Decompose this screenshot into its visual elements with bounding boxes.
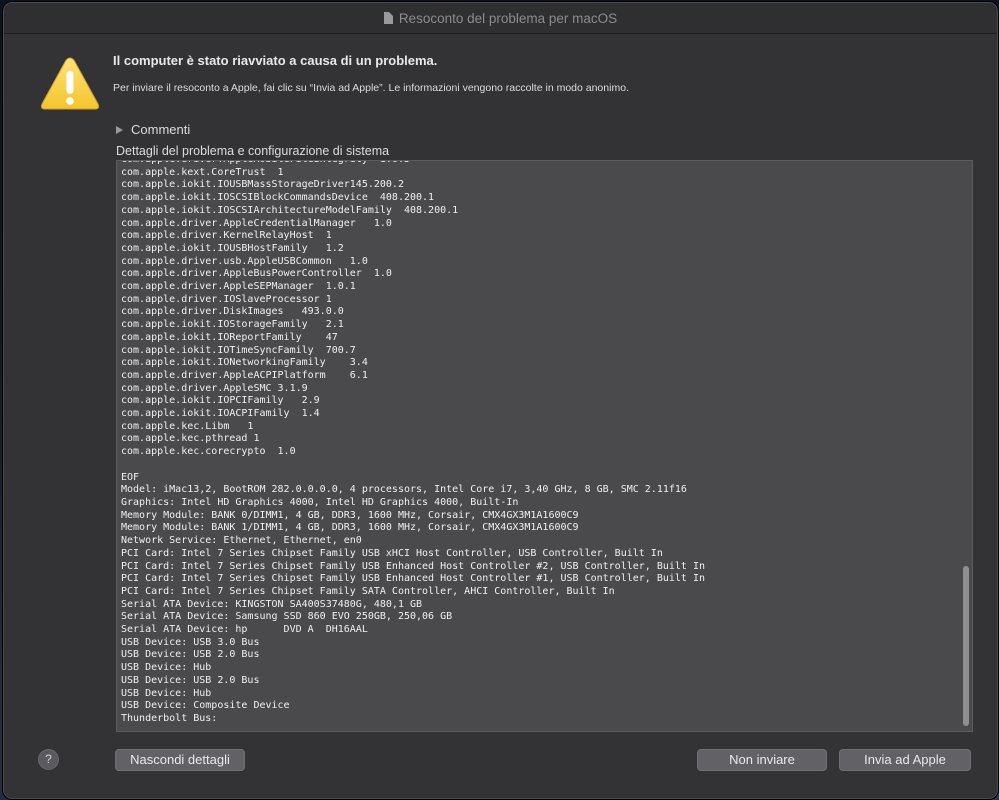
details-text-area[interactable]: com.apple.driver.AppleMobileFileIntegrit… [116,160,973,732]
window-title-wrap: Resoconto del problema per macOS [4,11,997,26]
subline: Per inviare il resoconto a Apple, fai cl… [113,82,629,94]
headline: Il computer è stato riavviato a causa di… [113,53,438,68]
details-text-clip: com.apple.driver.AppleMobileFileIntegrit… [117,161,952,727]
scrollbar-thumb[interactable] [963,566,969,726]
disclosure-triangle-icon[interactable] [116,125,123,134]
document-icon [383,12,393,24]
details-label: Dettagli del problema e configurazione d… [116,144,390,158]
details-text[interactable]: com.apple.driver.AppleMobileFileIntegrit… [121,161,705,726]
comments-label[interactable]: Commenti [131,122,190,137]
comments-disclosure[interactable]: Commenti [116,122,190,137]
problem-report-window: Resoconto del problema per macOS Il comp… [3,2,998,799]
title-bar[interactable]: Resoconto del problema per macOS [4,3,997,34]
send-to-apple-button[interactable]: Invia ad Apple [839,749,971,771]
warning-triangle-icon [40,57,100,110]
help-button[interactable]: ? [38,749,59,770]
window-title: Resoconto del problema per macOS [398,11,618,26]
hide-details-button[interactable]: Nascondi dettagli [115,749,245,771]
dont-send-button[interactable]: Non inviare [697,749,827,771]
